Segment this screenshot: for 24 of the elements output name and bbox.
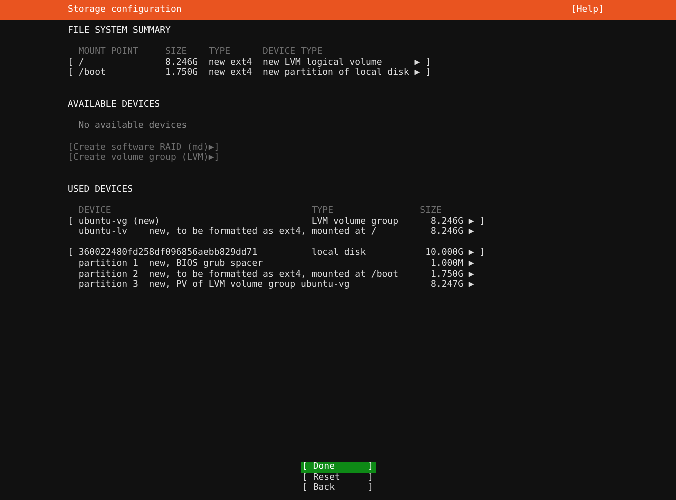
empty-message: No available devices <box>78 121 188 132</box>
window-title: Storage configuration <box>68 4 182 16</box>
section-title: AVAILABLE DEVICES <box>68 100 162 111</box>
filesystem-row[interactable]: [ /boot 1.750G new ext4 new partition of local disk ▶ ] <box>68 68 431 79</box>
menu-button[interactable]: [ Back ] <box>300 483 376 494</box>
device-row[interactable]: [ ubuntu-vg (new) LVM volume group 8.246G ▶ ] <box>68 216 486 228</box>
device-child-row[interactable]: partition 1 new, BIOS grub spacer 1.000M ▶ <box>78 259 474 270</box>
column-header: MOUNT POINT <box>78 47 140 58</box>
help-button[interactable]: [Help] <box>571 4 604 16</box>
device-child-row[interactable]: partition 3 new, PV of LVM volume group ubuntu-vg 8.247G ▶ <box>78 280 474 291</box>
device-child-row[interactable]: ubuntu-lv new, to be formatted as ext4, mounted at / 8.246G ▶ <box>78 227 474 238</box>
filesystem-row[interactable]: [ / 8.246G new ext4 new LVM logical volume ▶ ] <box>68 58 431 68</box>
device-row[interactable]: [ 360022480fd258df096856aebb829dd71 local disk 10.000G ▶ ] <box>68 248 486 260</box>
column-header: SIZE <box>166 47 188 58</box>
device-child-row[interactable]: partition 2 new, to be formatted as ext4, mounted at /boot 1.750G ▶ <box>78 270 474 280</box>
column-header: TYPE <box>312 206 334 217</box>
menu-button[interactable]: [ Reset ] <box>300 472 376 484</box>
column-header: SIZE <box>419 206 443 217</box>
menu-button[interactable]: [ Done ] <box>300 462 376 473</box>
column-header: TYPE <box>208 47 231 58</box>
section-title: USED DEVICES <box>68 184 134 196</box>
column-header: DEVICE TYPE <box>263 47 324 58</box>
section-title: FILE SYSTEM SUMMARY <box>68 26 172 37</box>
column-header: DEVICE <box>78 206 112 217</box>
